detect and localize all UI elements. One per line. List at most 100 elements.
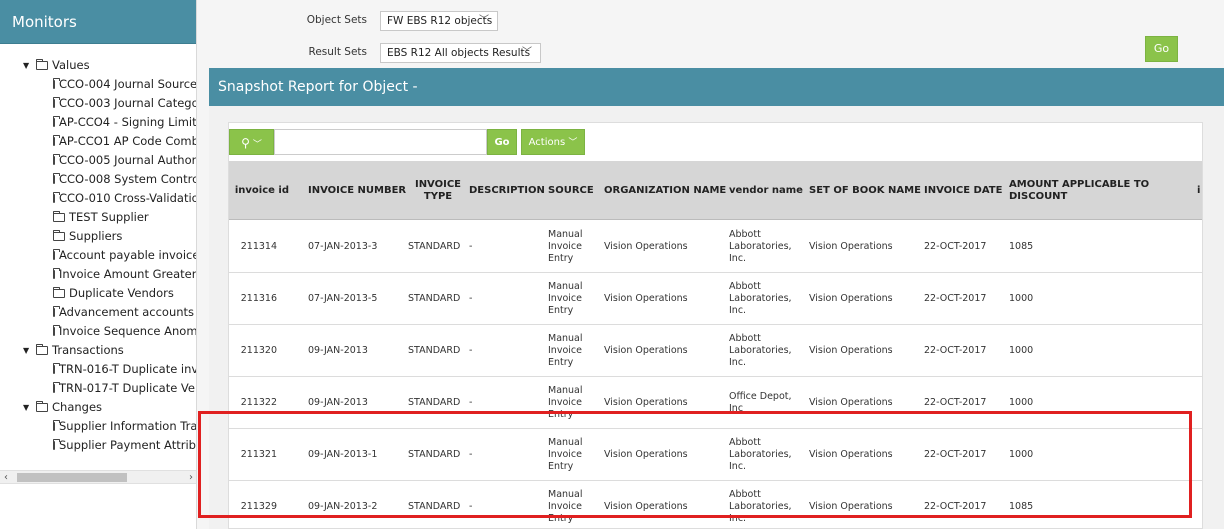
tree-item-label: Supplier Information Tracking	[59, 419, 197, 433]
table-cell: -	[469, 449, 473, 460]
scrollbar-thumb[interactable]	[17, 473, 127, 482]
expand-caret-icon[interactable]: ▼	[23, 56, 36, 75]
main-panel: Object Sets FW EBS R12 objects ﹀ Result …	[197, 0, 1224, 529]
tree-item[interactable]: Advancement accounts Prepayment	[0, 303, 196, 322]
tree-item[interactable]: TRN-017-T Duplicate Vendors	[0, 379, 196, 398]
tree-group[interactable]: ▼ Values	[0, 56, 196, 75]
table-cell: 211316	[240, 293, 277, 304]
table-cell: 1000	[1009, 345, 1034, 356]
result-sets-select[interactable]: EBS R12 All objects Results ﹀	[380, 43, 541, 63]
table-cell: Vision Operations	[604, 397, 688, 408]
table-cell: Vision Operations	[809, 345, 893, 356]
col-invoice-id-header[interactable]: invoice id	[229, 161, 289, 220]
tree-item-label: Supplier Payment Attributes	[59, 438, 196, 452]
tree-item-label: Advancement accounts Prepayment	[59, 305, 196, 319]
col-set-of-book-name-header[interactable]: SET OF BOOK NAME	[809, 161, 923, 220]
table-cell: 22-OCT-2017	[924, 241, 987, 252]
table-cell: 22-OCT-2017	[924, 345, 987, 356]
tree-item-label: AP-CCO1 AP Code Combination	[59, 134, 196, 148]
sidebar-horizontal-scrollbar[interactable]: ‹ ›	[0, 470, 196, 484]
table-cell: 1000	[1009, 449, 1034, 460]
tree-item[interactable]: Supplier Information Tracking	[0, 417, 197, 436]
tree-item[interactable]: TRN-016-T Duplicate invoices	[0, 360, 196, 379]
col-invoice-date-header[interactable]: INVOICE DATE	[924, 161, 1008, 220]
scroll-left-icon[interactable]: ‹	[4, 471, 8, 484]
tree-group[interactable]: ▼ Changes	[0, 398, 196, 417]
chevron-down-icon: ﹀	[479, 15, 489, 26]
tree-item[interactable]: CCO-005 Journal Authorization	[0, 151, 196, 170]
folder-icon	[53, 192, 60, 203]
go-button[interactable]: Go	[1145, 36, 1178, 62]
search-column-button[interactable]: ⚲ ﹀	[229, 129, 274, 155]
table-cell: Vision Operations	[604, 241, 688, 252]
table-cell: Manual Invoice Entry	[548, 281, 583, 316]
tree-item[interactable]: CCO-008 System Controls	[0, 170, 196, 189]
tree-item-label: Invoice Amount Greater than	[59, 267, 197, 281]
table-cell: -	[469, 397, 473, 408]
col-truncated-header[interactable]: i	[1197, 161, 1202, 220]
table-cell: -	[469, 345, 473, 356]
table-cell: Abbott Laboratories, Inc.	[729, 333, 792, 368]
table-row[interactable]: 211316 07-JAN-2013-5 STANDARD - Manual Invoi…	[229, 273, 1202, 325]
folder-icon	[53, 287, 65, 298]
folder-icon	[53, 230, 65, 241]
result-sets-value: EBS R12 All objects Results	[387, 47, 531, 59]
tree-item[interactable]: Account payable invoices	[0, 246, 196, 265]
object-sets-select[interactable]: FW EBS R12 objects ﹀	[380, 11, 498, 31]
col-vendor-name-header[interactable]: vendor name	[729, 161, 807, 220]
object-sets-label: Object Sets	[306, 14, 367, 26]
col-invoice-type-header[interactable]: INVOICE TYPE	[408, 161, 468, 220]
table-cell: 22-OCT-2017	[924, 501, 987, 512]
table-cell: Abbott Laboratories, Inc.	[729, 281, 792, 316]
tree-item-label: Invoice Sequence Anomalies	[59, 324, 197, 338]
tree-item[interactable]: CCO-003 Journal Categories	[0, 94, 196, 113]
folder-icon	[36, 59, 48, 70]
table-cell: STANDARD	[408, 293, 461, 304]
table-cell: STANDARD	[408, 397, 461, 408]
folder-icon	[53, 135, 60, 146]
col-invoice-number-header[interactable]: INVOICE NUMBER	[308, 161, 408, 220]
expand-caret-icon[interactable]: ▼	[23, 341, 36, 360]
tree-item-label: Transactions	[52, 343, 124, 357]
tree-item[interactable]: Invoice Amount Greater than	[0, 265, 197, 284]
tree-item-label: TRN-017-T Duplicate Vendors	[59, 381, 196, 395]
folder-icon	[53, 211, 65, 222]
scroll-right-icon[interactable]: ›	[189, 471, 193, 484]
col-source-header[interactable]: SOURCE	[548, 161, 603, 220]
tree-item[interactable]: AP-CCO1 AP Code Combination	[0, 132, 196, 151]
tree-item[interactable]: CCO-010 Cross-Validation Rules	[0, 189, 196, 208]
search-go-button[interactable]: Go	[487, 129, 517, 155]
table-row[interactable]: 211329 09-JAN-2013-2 STANDARD - Manual Invoi…	[229, 481, 1202, 528]
col-amount-applicable-header[interactable]: AMOUNT APPLICABLE TO DISCOUNT	[1009, 161, 1194, 220]
folder-icon	[53, 116, 60, 127]
table-row[interactable]: 211322 09-JAN-2013 STANDARD - Manual Invoice…	[229, 377, 1202, 429]
tree-item[interactable]: Suppliers	[0, 227, 196, 246]
table-cell: Vision Operations	[604, 449, 688, 460]
tree-item-label: AP-CCO4 - Signing Limit Check	[59, 115, 197, 129]
tree-item[interactable]: Supplier Payment Attributes	[0, 436, 196, 455]
tree-item[interactable]: CCO-004 Journal Sources	[0, 75, 196, 94]
table-cell: 1000	[1009, 293, 1034, 304]
table-cell: 09-JAN-2013-2	[308, 501, 378, 512]
table-cell: Abbott Laboratories, Inc.	[729, 489, 792, 524]
col-organization-name-header[interactable]: ORGANIZATION NAME	[604, 161, 728, 220]
tree-item[interactable]: Invoice Sequence Anomalies	[0, 322, 197, 341]
table-row[interactable]: 211314 07-JAN-2013-3 STANDARD - Manual Invoi…	[229, 221, 1202, 273]
table-cell: 07-JAN-2013-3	[308, 241, 378, 252]
col-description-header[interactable]: DESCRIPTION	[469, 161, 545, 220]
tree-item-label: TEST Supplier	[69, 210, 149, 224]
expand-caret-icon[interactable]: ▼	[23, 398, 36, 417]
table-row[interactable]: 211321 09-JAN-2013-1 STANDARD - Manual Invoi…	[229, 429, 1202, 481]
table-cell: 1085	[1009, 501, 1034, 512]
tree-item[interactable]: AP-CCO4 - Signing Limit Check	[0, 113, 197, 132]
tree-item[interactable]: Duplicate Vendors	[0, 284, 196, 303]
tree-item-label: Values	[52, 58, 90, 72]
table-cell: 1000	[1009, 397, 1034, 408]
actions-button[interactable]: Actions ﹀	[521, 129, 585, 155]
report-search-input[interactable]	[274, 129, 487, 155]
folder-icon	[53, 325, 60, 336]
tree-item[interactable]: TEST Supplier	[0, 208, 196, 227]
tree-group[interactable]: ▼ Transactions	[0, 341, 196, 360]
table-row[interactable]: 211320 09-JAN-2013 STANDARD - Manual Invoice…	[229, 325, 1202, 377]
tree-item-label: TRN-016-T Duplicate invoices	[59, 362, 196, 376]
